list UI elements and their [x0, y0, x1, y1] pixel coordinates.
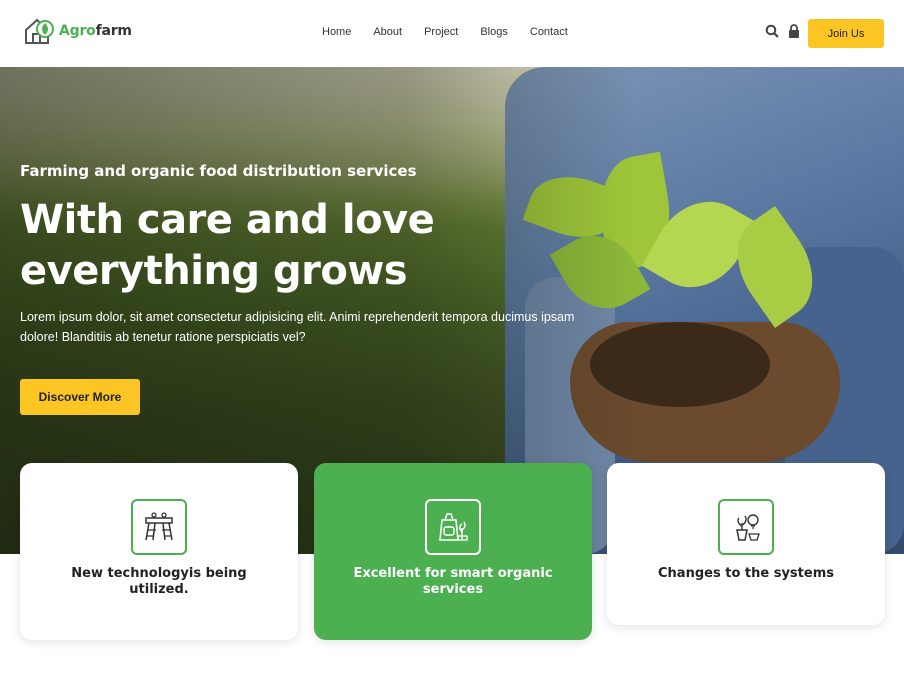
hero-kicker: Farming and organic food distribution se… — [20, 162, 417, 180]
search-icon[interactable] — [765, 24, 779, 38]
feature-card-title: Excellent for smart organic services — [353, 566, 553, 597]
site-header: Agrofarm Home About Project Blogs Contac… — [0, 0, 904, 67]
nav-home[interactable]: Home — [322, 26, 351, 38]
feature-card-technology[interactable]: New technologyis being utilized. — [20, 463, 298, 640]
header-icons — [765, 24, 800, 38]
hero-description: Lorem ipsum dolor, sit amet consectetur … — [20, 310, 575, 344]
hero-headline-line-2: everything grows — [20, 248, 408, 294]
technology-icon — [131, 499, 187, 555]
nav-project[interactable]: Project — [424, 26, 458, 38]
hero-headline-line-1: With care and love — [20, 197, 435, 243]
house-leaf-icon — [25, 18, 54, 44]
feature-card-systems[interactable]: Changes to the systems — [607, 463, 885, 625]
hero-headline: With care and love everything grows — [20, 195, 435, 297]
feature-card-title: New technologyis being utilized. — [71, 566, 247, 597]
nav-about[interactable]: About — [373, 26, 402, 38]
logo[interactable]: Agrofarm — [24, 17, 132, 45]
main-nav: Home About Project Blogs Contact — [322, 26, 590, 38]
discover-more-button[interactable]: Discover More — [20, 379, 140, 415]
feature-card-organic[interactable]: Excellent for smart organic services — [314, 463, 592, 640]
logo-text-farm: farm — [95, 23, 132, 39]
nav-contact[interactable]: Contact — [530, 26, 568, 38]
plant-system-icon — [718, 499, 774, 555]
feature-card-title: Changes to the systems — [658, 566, 834, 581]
organic-bag-icon — [425, 499, 481, 555]
join-us-button[interactable]: Join Us — [808, 19, 884, 48]
nav-blogs[interactable]: Blogs — [480, 26, 508, 38]
lock-icon[interactable] — [788, 24, 800, 38]
logo-text-agro: Agro — [59, 23, 96, 39]
